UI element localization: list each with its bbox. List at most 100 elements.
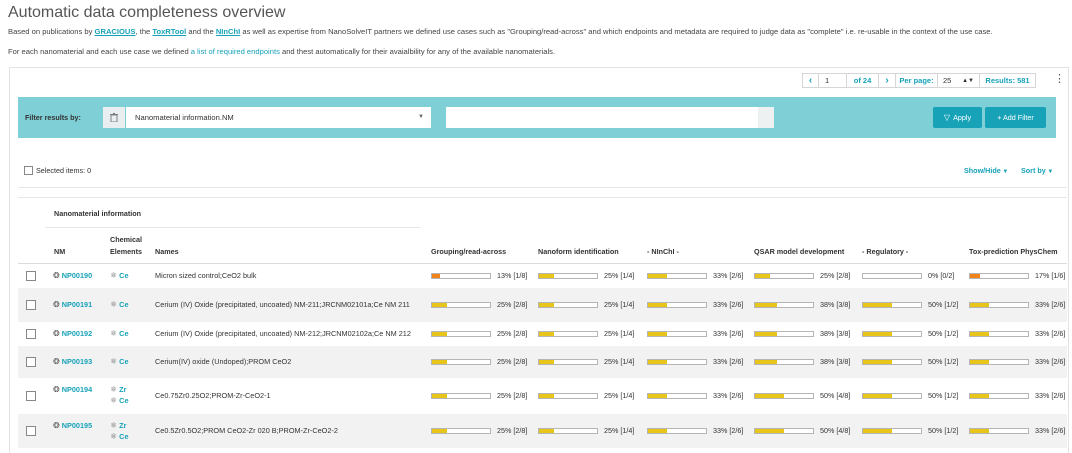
completeness-bar	[862, 359, 922, 365]
nm-names: Ce0.5Zr0.5O2;PROM CeO2-Zr 020 B;PROM-Zr-…	[155, 426, 338, 435]
completeness-bar-fill	[432, 303, 447, 307]
nm-link[interactable]: ❂ NP00192	[53, 329, 92, 338]
element-link[interactable]: ⚛ Zr	[110, 421, 126, 430]
element-symbol[interactable]: Ce	[119, 432, 128, 441]
sort-by-menu[interactable]: Sort by ▼	[1021, 166, 1053, 175]
prev-page-button[interactable]: ‹	[802, 73, 819, 88]
link-gracious[interactable]: GRACIOUS	[95, 27, 136, 36]
trash-icon[interactable]	[103, 107, 125, 128]
nm-id[interactable]: NP00190	[62, 271, 92, 280]
row-checkbox[interactable]	[26, 426, 36, 436]
completeness-value: 50% [4/8]	[820, 391, 851, 400]
element-symbol[interactable]: Ce	[119, 396, 128, 405]
col-header-nanoform[interactable]: Nanoform identification	[538, 247, 619, 256]
completeness-bar	[969, 393, 1029, 399]
select-all-checkbox[interactable]	[24, 166, 33, 175]
atom-icon: ⚛	[110, 396, 118, 405]
link-required-endpoints[interactable]: a list of required endpoints	[191, 47, 280, 56]
col-header-names[interactable]: Names	[155, 247, 179, 256]
completeness-bar	[969, 302, 1029, 308]
completeness-bar	[969, 359, 1029, 365]
completeness-value: 25% [1/4]	[604, 329, 635, 338]
col-header-nm[interactable]: NM	[54, 247, 65, 256]
nm-id[interactable]: NP00192	[62, 329, 92, 338]
nm-link[interactable]: ❂ NP00190	[53, 271, 92, 280]
element-symbol[interactable]: Ce	[119, 300, 128, 309]
element-link[interactable]: ⚛ Ce	[110, 357, 129, 366]
col-header-qsar[interactable]: QSAR model development	[754, 247, 844, 256]
row-checkbox[interactable]	[26, 357, 36, 367]
completeness-bar	[754, 331, 814, 337]
element-symbol[interactable]: Ce	[119, 329, 128, 338]
row-checkbox[interactable]	[26, 271, 36, 281]
show-hide-menu[interactable]: Show/Hide ▼	[964, 166, 1008, 175]
col-header-tox-prediction[interactable]: Tox-prediction PhysChem	[969, 247, 1058, 256]
nanomaterial-icon: ❂	[53, 300, 60, 309]
completeness-bar-fill	[432, 429, 447, 433]
nm-link[interactable]: ❂ NP00193	[53, 357, 92, 366]
element-link[interactable]: ⚛ Ce	[110, 271, 129, 280]
col-header-chemical[interactable]: Chemical	[110, 235, 142, 244]
chevron-down-icon: ▼	[1045, 169, 1054, 175]
element-link[interactable]: ⚛ Ce	[110, 396, 129, 405]
results-count: Results: 581	[980, 73, 1036, 88]
completeness-bar-fill	[432, 360, 447, 364]
completeness-bar-fill	[863, 429, 892, 433]
filter-value-input[interactable]	[446, 107, 774, 128]
intro-paragraph-2: For each nanomaterial and each use case …	[8, 47, 555, 56]
nm-id[interactable]: NP00193	[62, 357, 92, 366]
completeness-value: 50% [1/2]	[928, 357, 959, 366]
divider	[45, 227, 420, 228]
completeness-value: 33% [2/6]	[713, 300, 744, 309]
nm-id[interactable]: NP00191	[62, 300, 92, 309]
completeness-bar-fill	[648, 360, 668, 364]
nm-link[interactable]: ❂ NP00191	[53, 300, 92, 309]
add-filter-button[interactable]: + Add Filter	[985, 107, 1046, 128]
page-number-input[interactable]: 1	[819, 73, 847, 88]
completeness-value: 38% [3/8]	[820, 357, 851, 366]
col-header-ninchi[interactable]: - NInChI -	[647, 247, 679, 256]
col-header-regulatory[interactable]: - Regulatory -	[862, 247, 908, 256]
row-checkbox[interactable]	[26, 329, 36, 339]
apply-button[interactable]: ▽ Apply	[933, 107, 982, 128]
element-link[interactable]: ⚛ Ce	[110, 432, 129, 441]
more-options-icon[interactable]: ⋮	[1054, 72, 1065, 85]
element-symbol[interactable]: Zr	[119, 385, 126, 394]
intro-text: and thest automatically for their avaial…	[279, 47, 556, 56]
per-page-value: 25	[943, 76, 952, 85]
completeness-bar-fill	[432, 332, 447, 336]
filter-field-select[interactable]: Nanomaterial information.NM ▼	[126, 107, 431, 128]
selected-items-count: Selected items: 0	[36, 166, 92, 175]
completeness-bar	[862, 331, 922, 337]
link-toxrtool[interactable]: ToxRTool	[152, 27, 186, 36]
row-checkbox[interactable]	[26, 391, 36, 401]
nm-link[interactable]: ❂ NP00195	[53, 421, 92, 430]
divider	[18, 197, 1067, 198]
completeness-bar-fill	[648, 394, 668, 398]
col-header-grouping[interactable]: Grouping/read-across	[431, 247, 506, 256]
completeness-value: 33% [2/6]	[1035, 300, 1066, 309]
col-header-elements[interactable]: Elements	[110, 247, 142, 256]
nm-id[interactable]: NP00194	[62, 385, 92, 394]
nm-id[interactable]: NP00195	[62, 421, 92, 430]
element-link[interactable]: ⚛ Zr	[110, 385, 126, 394]
element-link[interactable]: ⚛ Ce	[110, 300, 129, 309]
completeness-bar-fill	[970, 332, 990, 336]
completeness-value: 50% [4/8]	[820, 426, 851, 435]
element-symbol[interactable]: Zr	[119, 421, 126, 430]
row-checkbox[interactable]	[26, 300, 36, 310]
completeness-bar	[647, 359, 707, 365]
element-link[interactable]: ⚛ Ce	[110, 329, 129, 338]
per-page-select[interactable]: 25 ▲▼	[938, 73, 980, 88]
completeness-bar-fill	[970, 360, 990, 364]
link-ninchi[interactable]: NInChI	[216, 27, 240, 36]
completeness-bar-fill	[755, 394, 784, 398]
element-symbol[interactable]: Ce	[119, 357, 128, 366]
completeness-bar-fill	[970, 394, 990, 398]
element-symbol[interactable]: Ce	[119, 271, 128, 280]
atom-icon: ⚛	[110, 385, 118, 394]
nm-link[interactable]: ❂ NP00194	[53, 385, 92, 394]
completeness-bar-fill	[755, 332, 778, 336]
completeness-bar	[431, 428, 491, 434]
next-page-button[interactable]: ›	[879, 73, 896, 88]
